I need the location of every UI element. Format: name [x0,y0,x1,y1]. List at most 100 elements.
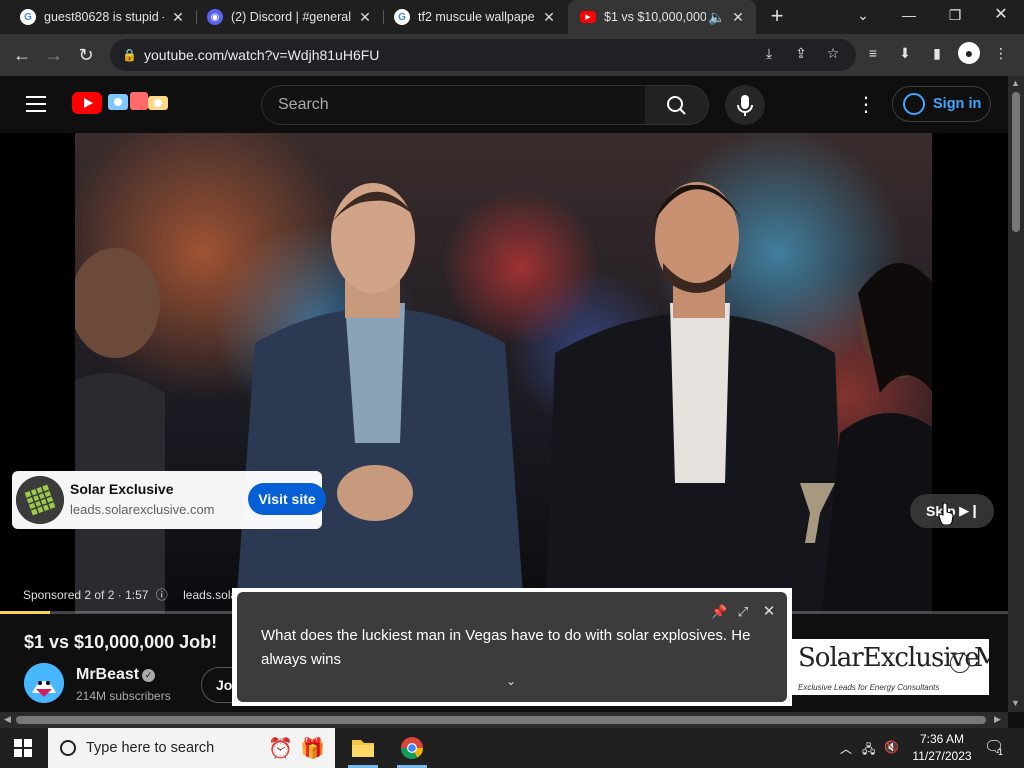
youtube-logo[interactable] [72,92,102,114]
screen: G guest80628 is stupid - ✕ ◉ (2) Discord… [0,0,1024,768]
folder-icon [352,740,374,757]
chevron-down-icon[interactable]: ⌄ [503,674,519,688]
show-hidden-icons-chevron[interactable]: ︿ [840,740,852,757]
horizontal-scroll-thumb[interactable] [16,716,986,724]
media-queue-icon[interactable]: ≡ [862,42,884,64]
verified-badge-icon: ✓ [142,669,155,682]
discord-icon: ◉ [207,9,223,25]
banner-tagline: Exclusive Leads for Energy Consultants [798,683,940,692]
downloads-icon[interactable]: ⬇ [894,42,916,64]
video-person-left [75,248,165,613]
close-caption-icon[interactable]: ✕ [761,604,777,620]
windows-start-icon[interactable] [14,739,32,757]
back-arrow-icon[interactable]: ← [9,42,35,68]
google-icon: G [394,9,410,25]
browser-toolbar: ← → ↻ 🔒 youtube.com/watch?v=Wdjh81uH6FU … [0,34,1024,76]
hamburger-menu-icon[interactable] [26,96,46,112]
share-icon[interactable]: ⇪ [790,42,812,64]
clock-date: 11/27/2023 [912,749,972,763]
video-player[interactable]: Solar Exclusive leads.solarexclusive.com… [0,133,1008,614]
chrome-taskbar-button[interactable] [389,728,435,768]
channel-name[interactable]: MrBeast [76,666,139,684]
companion-ad-banner[interactable]: SolarExclusive i M Exclusive Leads for E… [792,639,989,695]
taskbar-search-placeholder: Type here to search [86,740,215,756]
tab-guest80628[interactable]: G guest80628 is stupid - ✕ [0,0,196,34]
forward-arrow-icon[interactable]: → [41,42,67,68]
channel-avatar[interactable] [24,663,64,703]
gift-icon[interactable]: 🎁 [300,736,325,761]
scroll-right-icon[interactable]: ▶ [994,714,1001,725]
voice-search-button[interactable] [725,85,765,125]
taskbar-search-box[interactable]: Type here to search ⏰ 🎁 [48,728,335,768]
live-caption-window: 📌 ⤢ ✕ What does the luckiest man in Vega… [232,588,792,706]
scroll-down-icon[interactable]: ▼ [1011,698,1020,708]
minimize-icon[interactable]: — [887,0,931,34]
address-bar[interactable]: 🔒 youtube.com/watch?v=Wdjh81uH6FU [110,39,856,71]
windows-taskbar: Type here to search ⏰ 🎁 ︿ 🖧 🔇 7:36 AM 11 [0,728,1024,768]
close-tab-icon[interactable]: ✕ [357,9,373,26]
youtube-search-input[interactable]: Search [261,85,646,125]
sign-in-button[interactable]: Sign in [892,86,991,122]
vertical-scrollbar[interactable]: ▲ ▼ [1008,76,1024,712]
speaker-icon[interactable]: 🔈 [708,9,725,26]
horizontal-scrollbar[interactable]: ◀ ▶ [0,712,1008,728]
ad-info-icon[interactable]: i [950,653,970,673]
browser-tab-strip: G guest80628 is stupid - ✕ ◉ (2) Discord… [0,0,1024,34]
pin-icon[interactable]: 📌 [711,604,727,620]
expand-icon[interactable]: ⤢ [735,604,751,620]
close-tab-icon[interactable]: ✕ [730,9,746,26]
network-icon[interactable]: 🖧 [862,740,875,761]
video-frame[interactable] [75,133,932,613]
scroll-up-icon[interactable]: ▲ [1011,78,1020,88]
restore-icon[interactable]: ❐ [933,0,977,34]
tab-title: tf2 muscule wallpaper [418,10,535,24]
system-clock[interactable]: 7:36 AM 11/27/2023 [906,731,978,765]
sign-in-label: Sign in [933,96,982,112]
tab-discord[interactable]: ◉ (2) Discord | #general ✕ [197,0,383,34]
ad-progress-fill [0,611,51,614]
ad-overlay-card[interactable]: Solar Exclusive leads.solarexclusive.com… [12,471,326,529]
lock-icon: 🔒 [122,48,137,62]
google-icon: G [20,9,36,25]
video-title: $1 vs $10,000,000 Job! [24,632,218,652]
side-panel-icon[interactable]: ▮ [926,42,948,64]
tab-search-chevron-icon[interactable]: ⌄ [841,0,885,34]
search-icon [60,740,76,756]
clock-time: 7:36 AM [919,732,965,746]
vertical-scroll-thumb[interactable] [1012,92,1020,232]
youtube-header: Search ⋮ Sign in [0,76,1008,133]
skip-next-icon: ▶❙ [959,503,980,518]
close-tab-icon[interactable]: ✕ [541,9,557,26]
sponsored-text: Sponsored 2 of 2 · 1:57 [23,588,149,602]
volume-muted-icon[interactable]: 🔇 [884,740,899,754]
search-icon [667,96,686,115]
video-man-left [235,183,525,613]
video-man-right [545,182,845,613]
tab-title: $1 vs $10,000,000 [604,10,706,24]
close-window-icon[interactable]: ✕ [979,0,1023,34]
bookmark-star-icon[interactable]: ☆ [822,42,844,64]
tab-tf2-wallpaper[interactable]: G tf2 muscule wallpaper ✕ [384,0,567,34]
account-circle-icon [903,93,925,115]
profile-icon[interactable]: ● [958,42,980,64]
info-icon[interactable]: ⓘ [156,588,168,602]
alarm-clock-icon[interactable]: ⏰ [268,736,293,761]
hand-cursor-icon [938,503,954,525]
install-app-icon[interactable]: ⤓ [758,42,780,64]
more-options-icon[interactable]: ⋮ [856,94,876,116]
reload-icon[interactable]: ↻ [73,42,99,68]
solar-exclusive-logo [16,476,64,524]
file-explorer-taskbar-button[interactable] [340,728,386,768]
new-tab-button[interactable]: + [766,4,788,30]
ad-domain: leads.solarexclusive.com [70,502,215,517]
caption-panel: 📌 ⤢ ✕ What does the luckiest man in Vega… [237,592,787,702]
tab-youtube-active[interactable]: ▶ $1 vs $10,000,000 🔈 ✕ [568,0,756,34]
close-tab-icon[interactable]: ✕ [170,9,186,26]
visit-site-button[interactable]: Visit site [248,483,326,515]
chrome-menu-icon[interactable]: ⋮ [990,42,1012,64]
banner-brand-tail: M [974,643,989,673]
youtube-doodle-logo[interactable] [104,88,172,116]
scroll-left-icon[interactable]: ◀ [4,714,11,725]
youtube-search-button[interactable] [645,85,709,125]
youtube-icon: ▶ [580,11,596,23]
